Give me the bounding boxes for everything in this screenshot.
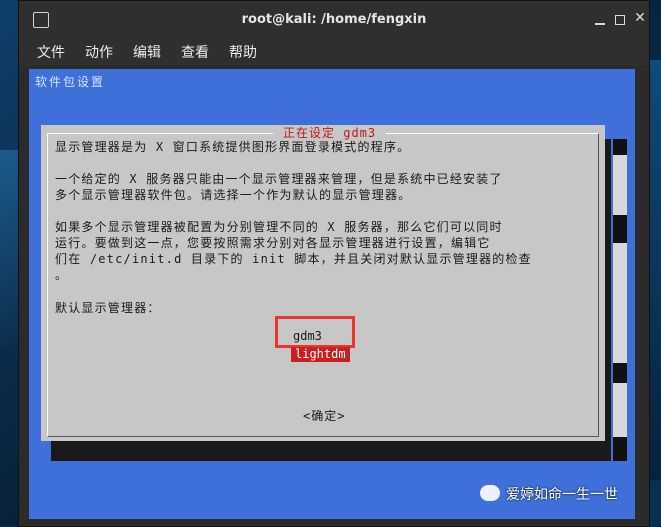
scrollbar-segment [613, 155, 627, 215]
gdm3-config-dialog: 正在设定 gdm3 显示管理器是为 X 窗口系统提供图形界面登录模式的程序。 一… [41, 125, 605, 441]
option-gdm3[interactable]: gdm3 [293, 329, 322, 344]
description-paragraph: 一个给定的 X 服务器只能由一个显示管理器来管理，但是系统中已经安装了 多个显示… [55, 171, 595, 203]
menu-file[interactable]: 文件 [37, 42, 65, 62]
title-bar[interactable]: root@kali: /home/fengxin ✕ [19, 1, 649, 39]
package-config-backtitle: 软件包设置 [35, 75, 106, 89]
scrollbar-segment [613, 243, 627, 363]
description-paragraph: 显示管理器是为 X 窗口系统提供图形界面登录模式的程序。 [55, 139, 595, 155]
description-line: 。 [55, 268, 69, 282]
option-lightdm[interactable]: lightdm [291, 347, 350, 362]
ok-button[interactable]: <确定> [303, 407, 345, 424]
description-line: 多个显示管理器软件包。请选择一个作为默认的显示管理器。 [55, 188, 412, 202]
close-icon[interactable]: ✕ [631, 9, 649, 27]
watermark-label: 爱婷如命一生一世 [506, 487, 618, 503]
menu-edit[interactable]: 编辑 [133, 42, 161, 62]
menu-help[interactable]: 帮助 [229, 42, 257, 62]
menu-action[interactable]: 动作 [85, 42, 113, 62]
description-line: 们在 /etc/init.d 目录下的 init 脚本，并且关闭对默认显示管理器… [55, 252, 532, 266]
description-line: 如果多个显示管理器被配置为分别管理不同的 X 服务器，那么它们可以同时 [55, 220, 503, 234]
terminal-window: root@kali: /home/fengxin ✕ 文件 动作 编辑 查看 帮… [18, 0, 650, 527]
menu-bar: 文件 动作 编辑 查看 帮助 [19, 39, 649, 65]
description-line: 显示管理器是为 X 窗口系统提供图形界面登录模式的程序。 [55, 140, 411, 154]
terminal-screen[interactable]: 软件包设置 正在设定 gdm3 显示管理器是为 X 窗口系统提供图形界面登录模式… [29, 69, 635, 519]
description-line: 一个给定的 X 服务器只能由一个显示管理器来管理，但是系统中已经安装了 [55, 172, 503, 186]
scrollbar-segment [613, 383, 627, 437]
window-title: root@kali: /home/fengxin [241, 12, 427, 27]
watermark-text: 爱婷如命一生一世 [478, 484, 618, 504]
minimize-icon[interactable] [591, 9, 609, 27]
description-line: 运行。要做到这一点，您要按照需求分别对各显示管理器进行设置，编辑它 [55, 236, 491, 250]
maximize-icon[interactable] [611, 9, 629, 27]
description-paragraph: 如果多个显示管理器被配置为分别管理不同的 X 服务器，那么它们可以同时 运行。要… [55, 219, 595, 283]
menu-view[interactable]: 查看 [181, 42, 209, 62]
default-dm-prompt: 默认显示管理器： [55, 301, 161, 315]
